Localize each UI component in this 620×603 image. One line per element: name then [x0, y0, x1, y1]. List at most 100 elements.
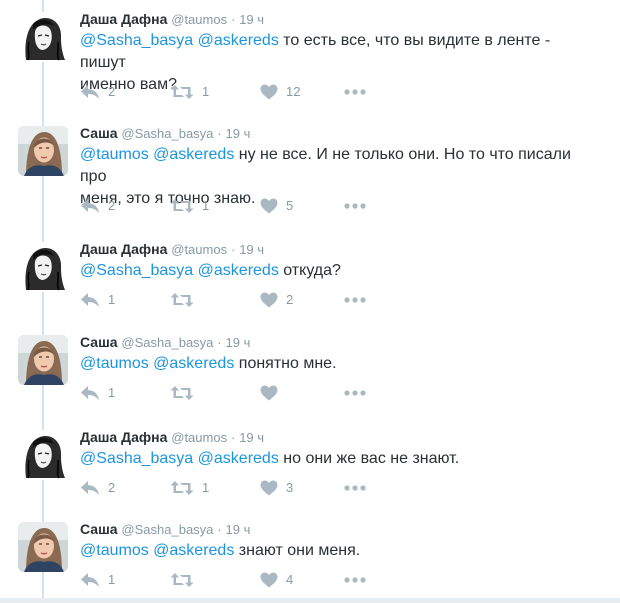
- retweet-button[interactable]: [170, 291, 202, 309]
- more-button[interactable]: [344, 571, 366, 589]
- tweet-text: @Sasha_basya @askereds откуда?: [80, 260, 596, 282]
- retweet-icon: [170, 85, 194, 99]
- reply-count: 1: [108, 572, 116, 587]
- like-button[interactable]: 2: [260, 291, 293, 309]
- tweet-header: Даша Дафна @taumos · 19 ч: [80, 10, 264, 29]
- more-button[interactable]: [344, 197, 366, 215]
- avatar[interactable]: [18, 12, 68, 62]
- reply-button[interactable]: 1: [80, 291, 115, 309]
- retweet-button[interactable]: [170, 384, 202, 402]
- tweet-text-line1: знают они меня.: [234, 542, 361, 559]
- retweet-icon: [170, 386, 194, 400]
- tweet-time[interactable]: 19 ч: [226, 126, 251, 141]
- reply-button[interactable]: 2: [80, 197, 115, 215]
- author-name[interactable]: Саша: [80, 125, 118, 141]
- more-icon: [344, 577, 366, 583]
- bottom-divider: [0, 598, 620, 603]
- author-handle[interactable]: @taumos: [171, 12, 227, 27]
- reply-button[interactable]: 2: [80, 83, 115, 101]
- tweet-time[interactable]: 19 ч: [239, 430, 264, 445]
- heart-icon: [260, 198, 278, 214]
- reply-count: 2: [108, 84, 116, 99]
- more-button[interactable]: [344, 384, 366, 402]
- retweet-button[interactable]: 1: [170, 197, 209, 215]
- retweet-button[interactable]: [170, 571, 202, 589]
- author-name[interactable]: Даша Дафна: [80, 11, 167, 27]
- retweet-count: 1: [202, 480, 210, 495]
- retweet-button[interactable]: 1: [170, 479, 209, 497]
- more-icon: [344, 485, 366, 491]
- more-icon: [344, 297, 366, 303]
- tweet-time[interactable]: 19 ч: [226, 335, 251, 350]
- more-icon: [344, 89, 366, 95]
- like-count: 4: [286, 572, 294, 587]
- tweet-header: Саша @Sasha_basya · 19 ч: [80, 333, 250, 352]
- like-button[interactable]: [260, 384, 286, 402]
- author-name[interactable]: Саша: [80, 334, 118, 350]
- author-handle[interactable]: @taumos: [171, 430, 227, 445]
- heart-icon: [260, 480, 278, 496]
- author-name[interactable]: Даша Дафна: [80, 241, 167, 257]
- avatar[interactable]: [18, 522, 68, 572]
- tweet-mentions[interactable]: @taumos @askereds: [80, 542, 234, 559]
- tweet-mentions[interactable]: @taumos @askereds: [80, 355, 234, 372]
- reply-button[interactable]: 2: [80, 479, 115, 497]
- tweet-mentions[interactable]: @Sasha_basya @askereds: [80, 32, 279, 49]
- tweet-text: @Sasha_basya @askereds но они же вас не …: [80, 448, 596, 470]
- author-name[interactable]: Саша: [80, 521, 118, 537]
- avatar[interactable]: [18, 335, 68, 385]
- tweet-header: Саша @Sasha_basya · 19 ч: [80, 520, 250, 539]
- tweet-time[interactable]: 19 ч: [239, 12, 264, 27]
- reply-button[interactable]: 1: [80, 571, 115, 589]
- tweet-time[interactable]: 19 ч: [239, 242, 264, 257]
- reply-count: 2: [108, 198, 116, 213]
- avatar-image: [18, 430, 68, 480]
- more-icon: [344, 390, 366, 396]
- retweet-count: 1: [202, 198, 210, 213]
- retweet-icon: [170, 573, 194, 587]
- author-handle[interactable]: @taumos: [171, 242, 227, 257]
- reply-icon: [81, 386, 99, 400]
- avatar-image: [18, 242, 68, 292]
- reply-icon: [81, 573, 99, 587]
- avatar[interactable]: [18, 430, 68, 480]
- author-handle[interactable]: @Sasha_basya: [121, 522, 213, 537]
- like-button[interactable]: 5: [260, 197, 293, 215]
- avatar[interactable]: [18, 126, 68, 176]
- tweet-time[interactable]: 19 ч: [226, 522, 251, 537]
- avatar-image: [18, 12, 68, 62]
- reply-count: 2: [108, 480, 116, 495]
- more-button[interactable]: [344, 83, 366, 101]
- tweet-mentions[interactable]: @taumos @askereds: [80, 146, 234, 163]
- tweet-mentions[interactable]: @Sasha_basya @askereds: [80, 450, 279, 467]
- retweet-icon: [170, 199, 194, 213]
- author-handle[interactable]: @Sasha_basya: [121, 335, 213, 350]
- author-name[interactable]: Даша Дафна: [80, 429, 167, 445]
- more-button[interactable]: [344, 479, 366, 497]
- heart-icon: [260, 572, 278, 588]
- reply-count: 1: [108, 385, 116, 400]
- retweet-button[interactable]: 1: [170, 83, 209, 101]
- tweet-text-line1: понятно мне.: [234, 355, 337, 372]
- avatar[interactable]: [18, 242, 68, 292]
- more-button[interactable]: [344, 291, 366, 309]
- reply-button[interactable]: 1: [80, 384, 115, 402]
- tweet-text-line1: откуда?: [278, 262, 341, 279]
- separator-dot: ·: [230, 430, 236, 445]
- like-count: 5: [286, 198, 294, 213]
- avatar-image: [18, 335, 68, 385]
- like-count: 3: [286, 480, 294, 495]
- tweet-text: @Sasha_basya @askereds то есть все, что …: [80, 30, 596, 96]
- reply-icon: [81, 199, 99, 213]
- heart-icon: [260, 292, 278, 308]
- more-icon: [344, 203, 366, 209]
- reply-icon: [81, 481, 99, 495]
- tweet-header: Саша @Sasha_basya · 19 ч: [80, 124, 250, 143]
- like-button[interactable]: 12: [260, 83, 300, 101]
- tweet-text: @taumos @askereds понятно мне.: [80, 353, 596, 375]
- tweet-mentions[interactable]: @Sasha_basya @askereds: [80, 262, 279, 279]
- like-button[interactable]: 4: [260, 571, 293, 589]
- tweet-header: Даша Дафна @taumos · 19 ч: [80, 240, 264, 259]
- like-button[interactable]: 3: [260, 479, 293, 497]
- author-handle[interactable]: @Sasha_basya: [121, 126, 213, 141]
